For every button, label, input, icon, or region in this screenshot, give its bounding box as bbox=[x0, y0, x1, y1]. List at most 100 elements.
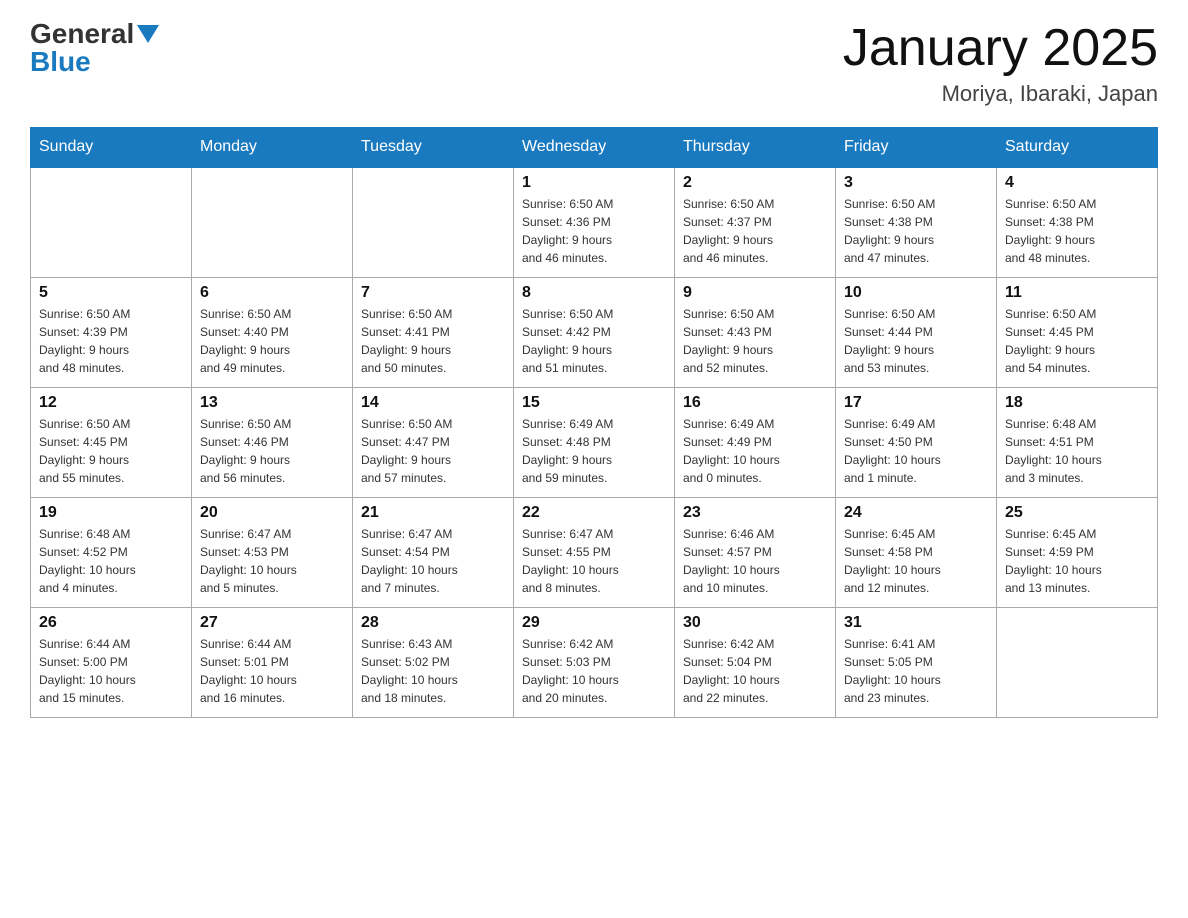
day-info: Sunrise: 6:47 AM Sunset: 4:54 PM Dayligh… bbox=[361, 525, 505, 597]
day-number: 30 bbox=[683, 614, 827, 632]
day-number: 13 bbox=[200, 394, 344, 412]
calendar-empty-cell bbox=[31, 167, 192, 277]
calendar-header-row: SundayMondayTuesdayWednesdayThursdayFrid… bbox=[31, 128, 1158, 168]
day-info: Sunrise: 6:45 AM Sunset: 4:58 PM Dayligh… bbox=[844, 525, 988, 597]
day-number: 17 bbox=[844, 394, 988, 412]
day-number: 12 bbox=[39, 394, 183, 412]
day-info: Sunrise: 6:50 AM Sunset: 4:42 PM Dayligh… bbox=[522, 305, 666, 377]
calendar-day-12: 12 Sunrise: 6:50 AM Sunset: 4:45 PM Dayli… bbox=[31, 387, 192, 497]
day-info: Sunrise: 6:46 AM Sunset: 4:57 PM Dayligh… bbox=[683, 525, 827, 597]
day-number: 11 bbox=[1005, 284, 1149, 302]
calendar-day-9: 9Sunrise: 6:50 AM Sunset: 4:43 PM Daylig… bbox=[675, 277, 836, 387]
calendar-day-4: 4 Sunrise: 6:50 AM Sunset: 4:38 PM Daylig… bbox=[997, 167, 1158, 277]
day-info: Sunrise: 6:49 AM Sunset: 4:49 PM Dayligh… bbox=[683, 415, 827, 487]
day-info: Sunrise: 6:50 AM Sunset: 4:36 PM Dayligh… bbox=[522, 195, 666, 267]
day-number: 20 bbox=[200, 504, 344, 522]
day-number: 18 bbox=[1005, 394, 1149, 412]
day-number: 27 bbox=[200, 614, 344, 632]
day-info: Sunrise: 6:50 AM Sunset: 4:45 PM Dayligh… bbox=[1005, 305, 1149, 377]
day-info: Sunrise: 6:50 AM Sunset: 4:44 PM Dayligh… bbox=[844, 305, 988, 377]
calendar-subtitle: Moriya, Ibaraki, Japan bbox=[843, 81, 1158, 107]
day-number: 6 bbox=[200, 284, 344, 302]
day-info: Sunrise: 6:48 AM Sunset: 4:52 PM Dayligh… bbox=[39, 525, 183, 597]
calendar-day-5: 5 Sunrise: 6:50 AM Sunset: 4:39 PM Daylig… bbox=[31, 277, 192, 387]
day-info: Sunrise: 6:42 AM Sunset: 5:03 PM Dayligh… bbox=[522, 635, 666, 707]
calendar-week-row: 12 Sunrise: 6:50 AM Sunset: 4:45 PM Dayli… bbox=[31, 387, 1158, 497]
day-number: 26 bbox=[39, 614, 183, 632]
calendar-day-17: 17 Sunrise: 6:49 AM Sunset: 4:50 PM Dayli… bbox=[836, 387, 997, 497]
calendar-header-sunday: Sunday bbox=[31, 128, 192, 168]
day-info: Sunrise: 6:41 AM Sunset: 5:05 PM Dayligh… bbox=[844, 635, 988, 707]
day-number: 4 bbox=[1005, 174, 1149, 192]
calendar-day-24: 24 Sunrise: 6:45 AM Sunset: 4:58 PM Dayli… bbox=[836, 497, 997, 607]
day-number: 16 bbox=[683, 394, 827, 412]
calendar-day-16: 16 Sunrise: 6:49 AM Sunset: 4:49 PM Dayli… bbox=[675, 387, 836, 497]
calendar-day-21: 21Sunrise: 6:47 AM Sunset: 4:54 PM Dayli… bbox=[353, 497, 514, 607]
calendar-day-3: 3 Sunrise: 6:50 AM Sunset: 4:38 PM Daylig… bbox=[836, 167, 997, 277]
calendar-day-26: 26 Sunrise: 6:44 AM Sunset: 5:00 PM Dayli… bbox=[31, 607, 192, 717]
day-info: Sunrise: 6:44 AM Sunset: 5:01 PM Dayligh… bbox=[200, 635, 344, 707]
calendar-day-28: 28Sunrise: 6:43 AM Sunset: 5:02 PM Dayli… bbox=[353, 607, 514, 717]
calendar-day-2: 2Sunrise: 6:50 AM Sunset: 4:37 PM Daylig… bbox=[675, 167, 836, 277]
day-info: Sunrise: 6:48 AM Sunset: 4:51 PM Dayligh… bbox=[1005, 415, 1149, 487]
calendar-week-row: 19 Sunrise: 6:48 AM Sunset: 4:52 PM Dayli… bbox=[31, 497, 1158, 607]
calendar-day-11: 11 Sunrise: 6:50 AM Sunset: 4:45 PM Dayli… bbox=[997, 277, 1158, 387]
day-info: Sunrise: 6:50 AM Sunset: 4:40 PM Dayligh… bbox=[200, 305, 344, 377]
day-number: 24 bbox=[844, 504, 988, 522]
day-info: Sunrise: 6:50 AM Sunset: 4:47 PM Dayligh… bbox=[361, 415, 505, 487]
calendar-day-31: 31Sunrise: 6:41 AM Sunset: 5:05 PM Dayli… bbox=[836, 607, 997, 717]
day-number: 15 bbox=[522, 394, 666, 412]
day-info: Sunrise: 6:50 AM Sunset: 4:39 PM Dayligh… bbox=[39, 305, 183, 377]
calendar-header-friday: Friday bbox=[836, 128, 997, 168]
day-info: Sunrise: 6:47 AM Sunset: 4:55 PM Dayligh… bbox=[522, 525, 666, 597]
day-info: Sunrise: 6:49 AM Sunset: 4:48 PM Dayligh… bbox=[522, 415, 666, 487]
day-info: Sunrise: 6:44 AM Sunset: 5:00 PM Dayligh… bbox=[39, 635, 183, 707]
day-number: 1 bbox=[522, 174, 666, 192]
page-header: General Blue January 2025 Moriya, Ibarak… bbox=[30, 20, 1158, 107]
calendar-header-tuesday: Tuesday bbox=[353, 128, 514, 168]
calendar-day-22: 22 Sunrise: 6:47 AM Sunset: 4:55 PM Dayli… bbox=[514, 497, 675, 607]
calendar-week-row: 1 Sunrise: 6:50 AM Sunset: 4:36 PM Daylig… bbox=[31, 167, 1158, 277]
day-number: 10 bbox=[844, 284, 988, 302]
day-info: Sunrise: 6:49 AM Sunset: 4:50 PM Dayligh… bbox=[844, 415, 988, 487]
day-info: Sunrise: 6:50 AM Sunset: 4:41 PM Dayligh… bbox=[361, 305, 505, 377]
logo-general-text: General bbox=[30, 20, 134, 48]
day-info: Sunrise: 6:50 AM Sunset: 4:38 PM Dayligh… bbox=[1005, 195, 1149, 267]
calendar-empty-cell bbox=[997, 607, 1158, 717]
calendar-day-7: 7Sunrise: 6:50 AM Sunset: 4:41 PM Daylig… bbox=[353, 277, 514, 387]
day-info: Sunrise: 6:50 AM Sunset: 4:46 PM Dayligh… bbox=[200, 415, 344, 487]
logo-blue-text: Blue bbox=[30, 48, 91, 76]
calendar-day-25: 25Sunrise: 6:45 AM Sunset: 4:59 PM Dayli… bbox=[997, 497, 1158, 607]
logo: General Blue bbox=[30, 20, 159, 76]
day-number: 9 bbox=[683, 284, 827, 302]
calendar-day-1: 1 Sunrise: 6:50 AM Sunset: 4:36 PM Daylig… bbox=[514, 167, 675, 277]
calendar-header-thursday: Thursday bbox=[675, 128, 836, 168]
day-number: 8 bbox=[522, 284, 666, 302]
day-number: 22 bbox=[522, 504, 666, 522]
day-info: Sunrise: 6:50 AM Sunset: 4:38 PM Dayligh… bbox=[844, 195, 988, 267]
calendar-table: SundayMondayTuesdayWednesdayThursdayFrid… bbox=[30, 127, 1158, 718]
day-info: Sunrise: 6:43 AM Sunset: 5:02 PM Dayligh… bbox=[361, 635, 505, 707]
day-info: Sunrise: 6:50 AM Sunset: 4:45 PM Dayligh… bbox=[39, 415, 183, 487]
calendar-day-13: 13 Sunrise: 6:50 AM Sunset: 4:46 PM Dayli… bbox=[192, 387, 353, 497]
day-info: Sunrise: 6:47 AM Sunset: 4:53 PM Dayligh… bbox=[200, 525, 344, 597]
calendar-day-29: 29 Sunrise: 6:42 AM Sunset: 5:03 PM Dayli… bbox=[514, 607, 675, 717]
calendar-day-15: 15 Sunrise: 6:49 AM Sunset: 4:48 PM Dayli… bbox=[514, 387, 675, 497]
calendar-day-19: 19 Sunrise: 6:48 AM Sunset: 4:52 PM Dayli… bbox=[31, 497, 192, 607]
day-info: Sunrise: 6:45 AM Sunset: 4:59 PM Dayligh… bbox=[1005, 525, 1149, 597]
day-number: 23 bbox=[683, 504, 827, 522]
calendar-day-8: 8 Sunrise: 6:50 AM Sunset: 4:42 PM Daylig… bbox=[514, 277, 675, 387]
day-info: Sunrise: 6:42 AM Sunset: 5:04 PM Dayligh… bbox=[683, 635, 827, 707]
logo-triangle-icon bbox=[137, 25, 159, 43]
day-number: 19 bbox=[39, 504, 183, 522]
calendar-week-row: 5 Sunrise: 6:50 AM Sunset: 4:39 PM Daylig… bbox=[31, 277, 1158, 387]
calendar-day-27: 27 Sunrise: 6:44 AM Sunset: 5:01 PM Dayli… bbox=[192, 607, 353, 717]
calendar-day-18: 18 Sunrise: 6:48 AM Sunset: 4:51 PM Dayli… bbox=[997, 387, 1158, 497]
day-number: 5 bbox=[39, 284, 183, 302]
calendar-header-wednesday: Wednesday bbox=[514, 128, 675, 168]
day-number: 29 bbox=[522, 614, 666, 632]
day-number: 3 bbox=[844, 174, 988, 192]
title-block: January 2025 Moriya, Ibaraki, Japan bbox=[843, 20, 1158, 107]
calendar-day-30: 30 Sunrise: 6:42 AM Sunset: 5:04 PM Dayli… bbox=[675, 607, 836, 717]
calendar-title: January 2025 bbox=[843, 20, 1158, 77]
